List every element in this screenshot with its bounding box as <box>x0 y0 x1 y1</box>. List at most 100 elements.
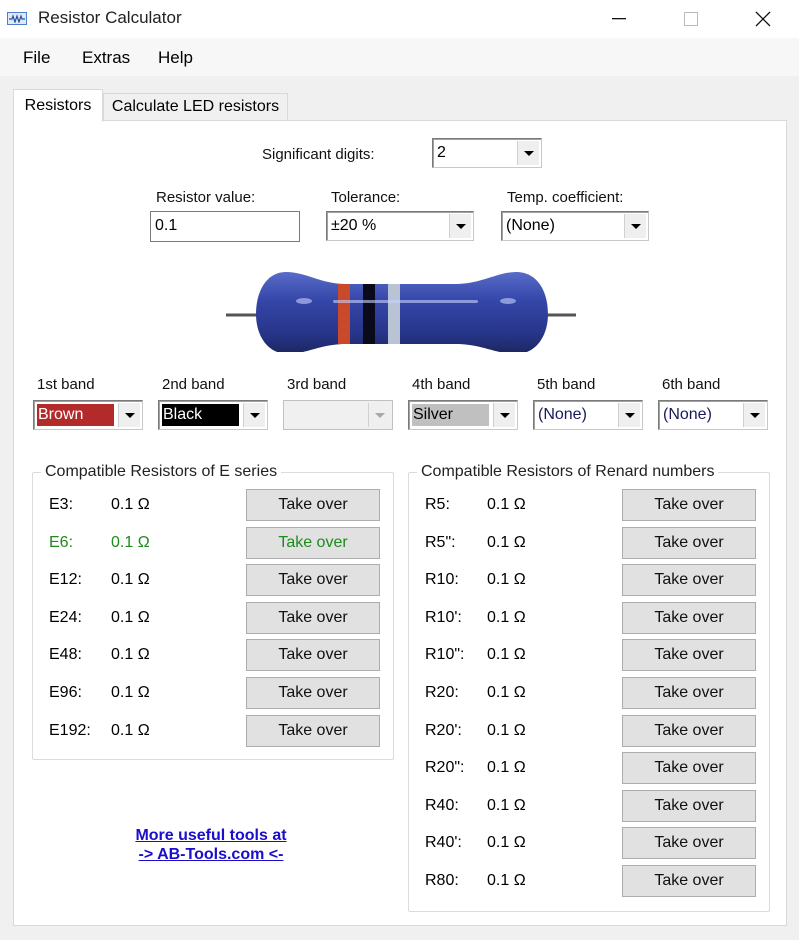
chevron-down-icon[interactable] <box>517 141 539 165</box>
e-series-row: E96: 0.1 Ω Take over <box>33 677 393 709</box>
series-name: R20: <box>425 684 459 701</box>
series-name: R10': <box>425 608 462 626</box>
series-value: 0.1 Ω <box>487 608 526 626</box>
band-label: 4th band <box>412 376 471 393</box>
chevron-down-icon <box>368 403 390 427</box>
temp-coefficient-select[interactable]: (None) <box>501 211 649 241</box>
series-name: R40: <box>425 796 459 814</box>
band-color-swatch <box>287 404 364 426</box>
e-series-row: E6: 0.1 Ω Take over <box>33 526 393 559</box>
band-4-select[interactable]: Silver <box>408 400 518 430</box>
take-over-button[interactable]: Take over <box>622 714 756 747</box>
ab-tools-link-line1[interactable]: More useful tools at <box>98 826 324 845</box>
band-label: 6th band <box>662 376 721 393</box>
take-over-button[interactable]: Take over <box>246 526 380 559</box>
take-over-button[interactable]: Take over <box>246 564 380 597</box>
take-over-button[interactable]: Take over <box>622 639 756 672</box>
resistor-value-input[interactable]: 0.1 <box>150 211 300 242</box>
series-value: 0.1 Ω <box>487 796 526 814</box>
series-name: R10: <box>425 571 459 589</box>
renard-row: R10": 0.1 Ω Take over <box>409 639 769 672</box>
renard-row: R40': 0.1 Ω Take over <box>409 827 769 860</box>
chevron-down-icon[interactable] <box>624 214 646 238</box>
take-over-button[interactable]: Take over <box>622 489 756 521</box>
chevron-down-icon[interactable] <box>118 403 140 427</box>
band-3-select[interactable] <box>283 400 393 430</box>
series-value: 0.1 Ω <box>487 872 526 889</box>
series-value: 0.1 Ω <box>111 608 150 626</box>
take-over-button[interactable]: Take over <box>246 489 380 521</box>
renard-row: R10': 0.1 Ω Take over <box>409 601 769 634</box>
take-over-button[interactable]: Take over <box>622 677 756 709</box>
chevron-down-icon[interactable] <box>743 403 765 427</box>
series-name: R80: <box>425 872 459 889</box>
band-value: (None) <box>663 406 712 423</box>
chevron-down-icon[interactable] <box>243 403 265 427</box>
temp-coefficient-label: Temp. coefficient: <box>507 189 624 206</box>
series-name: R40': <box>425 834 462 852</box>
series-name: E6: <box>49 533 74 551</box>
tolerance-select[interactable]: ±20 % <box>326 211 474 241</box>
take-over-button[interactable]: Take over <box>246 639 380 672</box>
band-2-select[interactable]: Black <box>158 400 268 430</box>
series-name: E3: <box>49 496 74 513</box>
resistor-color-band <box>363 284 375 344</box>
series-value: 0.1 Ω <box>487 496 526 513</box>
series-name: R5: <box>425 496 450 513</box>
take-over-button[interactable]: Take over <box>622 827 756 860</box>
take-over-button[interactable]: Take over <box>622 789 756 822</box>
chevron-down-icon[interactable] <box>449 214 471 238</box>
series-value: 0.1 Ω <box>487 759 526 777</box>
renard-row: R80: 0.1 Ω Take over <box>409 865 769 897</box>
series-name: E12: <box>49 571 82 589</box>
series-name: R10": <box>425 646 465 664</box>
renard-row: R5": 0.1 Ω Take over <box>409 526 769 559</box>
series-name: E96: <box>49 684 82 701</box>
series-value: 0.1 Ω <box>487 684 526 701</box>
take-over-button[interactable]: Take over <box>622 526 756 559</box>
tolerance-value: ±20 % <box>331 217 377 234</box>
take-over-button[interactable]: Take over <box>622 601 756 634</box>
renard-row: R40: 0.1 Ω Take over <box>409 789 769 822</box>
band-5-select[interactable]: (None) <box>533 400 643 430</box>
take-over-button[interactable]: Take over <box>246 601 380 634</box>
ab-tools-link-line2[interactable]: -> AB-Tools.com <- <box>98 845 324 864</box>
significant-digits-value: 2 <box>437 144 446 161</box>
series-value: 0.1 Ω <box>487 646 526 664</box>
significant-digits-label: Significant digits: <box>262 146 375 163</box>
band-label: 1st band <box>37 376 95 393</box>
band-label: 5th band <box>537 376 596 393</box>
take-over-button[interactable]: Take over <box>246 714 380 747</box>
take-over-button[interactable]: Take over <box>246 677 380 709</box>
series-name: E24: <box>49 608 82 626</box>
e-series-row: E3: 0.1 Ω Take over <box>33 489 393 521</box>
resistor-graphic <box>226 262 576 356</box>
resistor-highlight <box>333 300 478 303</box>
take-over-button[interactable]: Take over <box>622 564 756 597</box>
resistor-highlight <box>296 298 312 304</box>
series-name: E48: <box>49 646 82 664</box>
band-1-select[interactable]: Brown <box>33 400 143 430</box>
ab-tools-link[interactable]: More useful tools at -> AB-Tools.com <- <box>98 826 324 864</box>
chevron-down-icon[interactable] <box>618 403 640 427</box>
series-value: 0.1 Ω <box>487 721 526 739</box>
resistor-color-band <box>388 284 400 344</box>
significant-digits-select[interactable]: 2 <box>432 138 542 168</box>
e-series-row: E192: 0.1 Ω Take over <box>33 714 393 747</box>
series-value: 0.1 Ω <box>487 571 526 589</box>
chevron-down-icon[interactable] <box>493 403 515 427</box>
e-series-group: Compatible Resistors of E series E3: 0.1 … <box>32 463 394 760</box>
tolerance-label: Tolerance: <box>331 189 401 206</box>
band-label: 2nd band <box>162 376 225 393</box>
series-value: 0.1 Ω <box>111 646 150 664</box>
renard-group: Compatible Resistors of Renard numbers R… <box>408 463 770 912</box>
band-value: Black <box>163 406 203 423</box>
renard-row: R20: 0.1 Ω Take over <box>409 677 769 709</box>
renard-row: R20': 0.1 Ω Take over <box>409 714 769 747</box>
e-series-row: E12: 0.1 Ω Take over <box>33 564 393 597</box>
take-over-button[interactable]: Take over <box>622 752 756 785</box>
band-value: Brown <box>38 406 84 423</box>
band-6-select[interactable]: (None) <box>658 400 768 430</box>
series-value: 0.1 Ω <box>111 721 150 739</box>
take-over-button[interactable]: Take over <box>622 865 756 897</box>
